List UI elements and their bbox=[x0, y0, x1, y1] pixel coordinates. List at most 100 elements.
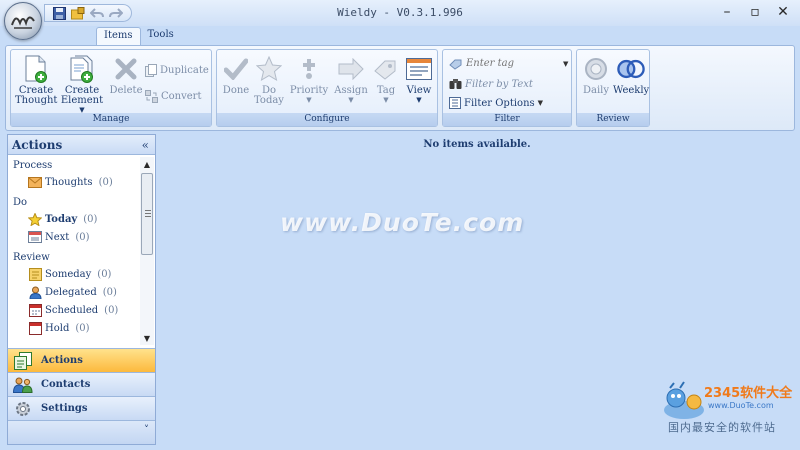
nav-button-label: Actions bbox=[41, 355, 83, 366]
scroll-down-arrow-icon[interactable]: ▼ bbox=[140, 331, 154, 345]
nav-overflow-button[interactable]: ˅ bbox=[8, 420, 155, 444]
tree-item-count: (0) bbox=[104, 304, 119, 316]
tree-item-thoughts[interactable]: Thoughts (0) bbox=[8, 173, 141, 191]
tree-scrollbar[interactable]: ▲ ▼ bbox=[140, 157, 154, 345]
daily-review-button[interactable]: Daily bbox=[579, 54, 613, 96]
delete-label: Delete bbox=[109, 85, 143, 96]
daily-label: Daily bbox=[582, 85, 610, 96]
nav-button-actions[interactable]: Actions bbox=[8, 348, 155, 372]
convert-button[interactable]: Convert bbox=[145, 88, 201, 104]
new-element-icon bbox=[70, 55, 93, 83]
chevron-down-icon: ▼ bbox=[416, 96, 422, 104]
delete-button[interactable]: Delete bbox=[109, 54, 143, 96]
tree-item-delegated[interactable]: Delegated (0) bbox=[8, 283, 141, 301]
weekly-label: Weekly bbox=[613, 85, 650, 96]
tree-item-label: Scheduled bbox=[45, 304, 99, 316]
window-title: Wieldy - V0.3.1.996 bbox=[337, 6, 463, 19]
tag-button[interactable]: Tag ▼ bbox=[371, 54, 401, 104]
chevron-down-icon: ▼ bbox=[348, 96, 354, 104]
tree-item-scheduled[interactable]: Scheduled (0) bbox=[8, 301, 141, 319]
section-process: Process bbox=[13, 160, 53, 171]
assign-arrow-icon bbox=[338, 58, 364, 80]
chevron-down-icon: ▼ bbox=[306, 96, 312, 104]
filter-options-label: Filter Options bbox=[464, 97, 535, 109]
configure-group: Done Do Today Priority ▼ Assign ▼ Tag ▼ … bbox=[216, 49, 438, 127]
priority-icon bbox=[303, 59, 315, 79]
nav-buttons: Actions Contacts Settings ˅ bbox=[8, 348, 155, 444]
filter-options-icon bbox=[449, 97, 461, 109]
weekly-review-button[interactable]: Weekly bbox=[613, 54, 649, 96]
star-icon bbox=[256, 56, 282, 82]
tree-item-count: (0) bbox=[75, 322, 90, 334]
chevron-down-icon[interactable]: ▼ bbox=[563, 60, 568, 68]
empty-message: No items available. bbox=[423, 139, 531, 150]
tree-item-label: Today bbox=[45, 213, 78, 225]
app-menu-button[interactable] bbox=[4, 2, 42, 40]
review-group: Daily Weekly Review bbox=[576, 49, 650, 127]
view-label: View bbox=[406, 85, 432, 96]
scroll-thumb[interactable] bbox=[141, 173, 153, 255]
binoculars-icon bbox=[449, 79, 462, 89]
filter-by-text-button[interactable]: Filter by Text bbox=[449, 76, 533, 92]
convert-label: Convert bbox=[161, 90, 202, 102]
tab-tools[interactable]: Tools bbox=[141, 27, 181, 46]
tab-items[interactable]: Items bbox=[96, 27, 141, 46]
checkmark-icon bbox=[224, 58, 248, 80]
tree-item-today[interactable]: Today (0) bbox=[8, 210, 141, 228]
nav-title: Actions bbox=[12, 137, 63, 152]
view-button[interactable]: View ▼ bbox=[403, 54, 435, 104]
mascot-icon bbox=[664, 381, 704, 419]
create-element-button[interactable]: Create Element ▼ bbox=[59, 54, 105, 114]
convert-icon bbox=[145, 89, 158, 103]
priority-button[interactable]: Priority ▼ bbox=[287, 54, 331, 104]
actions-icon bbox=[13, 351, 33, 370]
tree-item-next[interactable]: Next (0) bbox=[8, 228, 141, 246]
tree-item-label: Hold bbox=[45, 322, 70, 334]
section-review: Review bbox=[13, 252, 50, 263]
duplicate-label: Duplicate bbox=[160, 64, 209, 76]
maximize-button[interactable]: ▫ bbox=[748, 3, 762, 21]
tree-item-count: (0) bbox=[83, 213, 98, 225]
create-thought-button[interactable]: Create Thought bbox=[15, 54, 57, 106]
hold-icon bbox=[28, 321, 42, 335]
assign-button[interactable]: Assign ▼ bbox=[333, 54, 369, 104]
gear-icon bbox=[13, 400, 33, 418]
tag-filter-icon bbox=[449, 59, 462, 70]
tree-item-hold[interactable]: Hold (0) bbox=[8, 319, 141, 337]
tag-input[interactable] bbox=[466, 56, 560, 71]
tag-filter-field[interactable]: ▼ bbox=[449, 56, 569, 71]
manage-group: Create Thought Create Element ▼ Delete D… bbox=[10, 49, 212, 127]
weekly-review-icon bbox=[617, 59, 645, 79]
brand-slogan: 国内最安全的软件站 bbox=[668, 421, 776, 434]
do-today-button[interactable]: Do Today bbox=[253, 54, 285, 106]
scroll-up-arrow-icon[interactable]: ▲ bbox=[140, 157, 154, 171]
nav-button-label: Settings bbox=[41, 403, 88, 414]
tree-item-label: Someday bbox=[45, 268, 92, 280]
nav-button-settings[interactable]: Settings bbox=[8, 396, 155, 420]
star-icon bbox=[28, 212, 42, 226]
filter-group-label: Filter bbox=[443, 113, 571, 126]
tree-item-label: Thoughts bbox=[45, 176, 93, 188]
nav-header: Actions « bbox=[8, 135, 155, 155]
configure-group-label: Configure bbox=[217, 113, 437, 126]
nav-button-contacts[interactable]: Contacts bbox=[8, 372, 155, 396]
ribbon: Create Thought Create Element ▼ Delete D… bbox=[5, 45, 795, 131]
calendar-icon bbox=[28, 303, 42, 317]
minimize-button[interactable]: – bbox=[720, 3, 734, 21]
tree-item-count: (0) bbox=[102, 286, 117, 298]
brand-watermark: 2345软件大全 www.DuoTe.com 国内最安全的软件站 bbox=[660, 376, 794, 436]
tag-label: Tag bbox=[376, 85, 396, 96]
done-label: Done bbox=[222, 85, 250, 96]
manage-group-label: Manage bbox=[11, 113, 211, 126]
filter-options-button[interactable]: Filter Options ▼ bbox=[449, 95, 543, 111]
assign-label: Assign bbox=[334, 85, 368, 96]
duplicate-icon bbox=[145, 63, 157, 77]
done-button[interactable]: Done bbox=[221, 54, 251, 96]
collapse-pane-button[interactable]: « bbox=[142, 138, 149, 152]
tree-item-someday[interactable]: Someday (0) bbox=[8, 265, 141, 283]
duplicate-button[interactable]: Duplicate bbox=[145, 62, 209, 78]
items-view[interactable]: No items available. www.DuoTe.com 2345软件… bbox=[160, 134, 794, 445]
notepad-icon bbox=[28, 267, 42, 281]
tree-item-label: Delegated bbox=[45, 286, 97, 298]
close-button[interactable]: ✕ bbox=[776, 3, 790, 21]
